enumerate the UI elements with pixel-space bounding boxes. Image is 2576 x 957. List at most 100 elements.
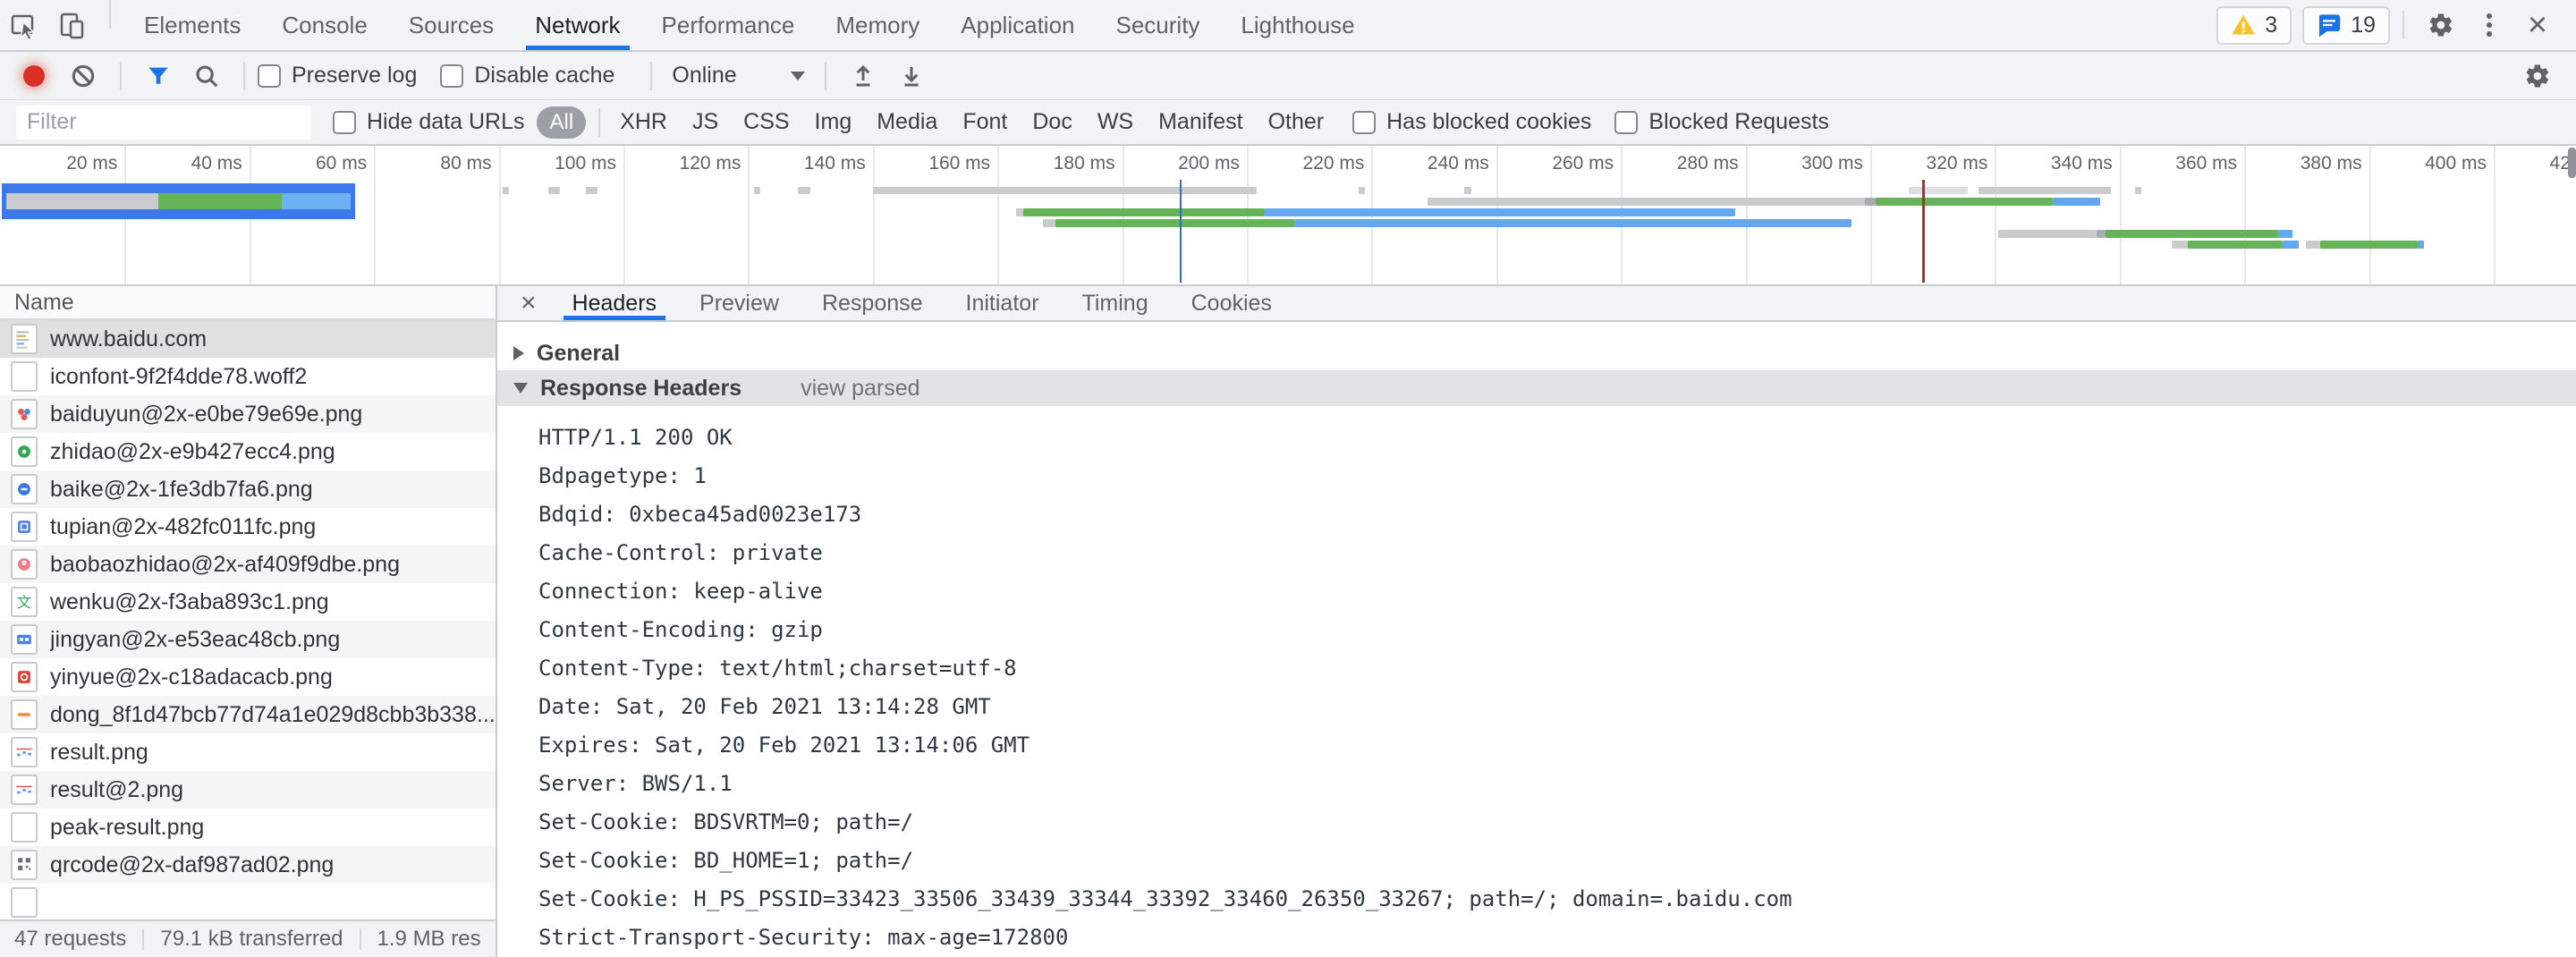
preserve-log-checkbox[interactable] bbox=[258, 64, 281, 88]
name-column-header[interactable]: Name bbox=[0, 286, 496, 320]
timeline-tick-label: 340 ms bbox=[1986, 153, 2113, 176]
waterfall-bar bbox=[1909, 187, 1968, 194]
record-button[interactable] bbox=[23, 65, 45, 87]
divider bbox=[243, 62, 245, 90]
detail-tab-timing[interactable]: Timing bbox=[1079, 286, 1152, 320]
filter-funnel-icon[interactable] bbox=[134, 64, 182, 89]
filter-type-font[interactable]: Font bbox=[962, 109, 1007, 135]
messages-badge[interactable]: 19 bbox=[2302, 6, 2390, 45]
clear-icon[interactable] bbox=[59, 63, 107, 89]
response-header-line: Set-Cookie: BD_HOME=1; path=/ bbox=[538, 842, 2576, 880]
tab-memory[interactable]: Memory bbox=[830, 0, 925, 50]
response-headers-section-header[interactable]: Response Headers view parsed bbox=[497, 370, 2576, 406]
toggle-device-toolbar-icon[interactable] bbox=[48, 0, 97, 50]
disable-cache-checkbox[interactable] bbox=[440, 64, 463, 88]
table-row[interactable]: jingyan@2x-e53eac48cb.png bbox=[0, 621, 496, 658]
waterfall-bar bbox=[1979, 187, 2111, 194]
table-row[interactable]: iconfont-9f2f4dde78.woff2 bbox=[0, 358, 496, 395]
dong-icon bbox=[11, 699, 38, 730]
table-row[interactable]: peak-result.png bbox=[0, 809, 496, 846]
table-row[interactable]: baike@2x-1fe3db7fa6.png bbox=[0, 470, 496, 508]
waterfall-bar bbox=[2053, 198, 2100, 206]
network-settings-gear-icon[interactable] bbox=[2513, 63, 2562, 89]
baiduyun-icon bbox=[11, 399, 38, 429]
filter-type-manifest[interactable]: Manifest bbox=[1158, 109, 1242, 135]
blocked-requests-checkbox[interactable] bbox=[1614, 111, 1638, 134]
filter-type-xhr[interactable]: XHR bbox=[620, 109, 667, 135]
response-header-line: Set-Cookie: H_PS_PSSID=33423_33506_33439… bbox=[538, 880, 2576, 919]
more-options-icon[interactable] bbox=[2465, 12, 2513, 38]
detail-tab-initiator[interactable]: Initiator bbox=[962, 286, 1043, 320]
tab-application[interactable]: Application bbox=[955, 0, 1080, 50]
table-row[interactable]: zhidao@2x-e9b427ecc4.png bbox=[0, 433, 496, 470]
tab-lighthouse[interactable]: Lighthouse bbox=[1235, 0, 1360, 50]
close-details-icon[interactable]: × bbox=[506, 286, 551, 320]
table-row[interactable]: baobaozhidao@2x-af409f9dbe.png bbox=[0, 546, 496, 583]
waterfall-bar bbox=[2320, 241, 2418, 249]
network-overview-timeline[interactable]: 20 ms40 ms60 ms80 ms100 ms120 ms140 ms16… bbox=[0, 146, 2576, 286]
filter-type-media[interactable]: Media bbox=[877, 109, 937, 135]
response-header-line: HTTP/1.1 200 OK bbox=[538, 419, 2576, 457]
settings-gear-icon[interactable] bbox=[2417, 12, 2465, 38]
table-row[interactable]: yinyue@2x-c18adacacb.png bbox=[0, 658, 496, 696]
waterfall-bar bbox=[1464, 187, 1471, 194]
detail-tabs: × Headers Preview Response Initiator Timing C… bbox=[497, 286, 2576, 322]
table-row[interactable]: dong_8f1d47bcb77d74a1e029d8cbb3b338... bbox=[0, 696, 496, 733]
divider bbox=[2402, 11, 2404, 39]
waterfall-bar bbox=[2278, 230, 2292, 238]
filter-type-other[interactable]: Other bbox=[1268, 109, 1325, 135]
tab-security[interactable]: Security bbox=[1111, 0, 1206, 50]
filter-type-ws[interactable]: WS bbox=[1097, 109, 1133, 135]
detail-tab-response[interactable]: Response bbox=[818, 286, 927, 320]
disable-cache-label: Disable cache bbox=[474, 63, 614, 89]
detail-tab-headers[interactable]: Headers bbox=[569, 286, 661, 320]
filter-type-css[interactable]: CSS bbox=[743, 109, 789, 135]
table-row[interactable]: tupian@2x-482fc011fc.png bbox=[0, 508, 496, 546]
waterfall-bar bbox=[873, 187, 1257, 194]
filter-type-js[interactable]: JS bbox=[692, 109, 718, 135]
waterfall-bar bbox=[2106, 230, 2278, 238]
main-tabs: Elements Console Sources Network Performance… bbox=[123, 0, 1376, 50]
export-har-icon[interactable] bbox=[887, 63, 936, 89]
throttling-select[interactable]: Online bbox=[665, 63, 811, 89]
table-row[interactable]: qrcode@2x-daf987ad02.png bbox=[0, 846, 496, 884]
table-row[interactable]: 文wenku@2x-f3aba893c1.png bbox=[0, 583, 496, 621]
timeline-tick-label: 240 ms bbox=[1362, 153, 1489, 176]
tab-console[interactable]: Console bbox=[276, 0, 372, 50]
table-row[interactable]: result@2.png bbox=[0, 771, 496, 809]
detail-tab-cookies[interactable]: Cookies bbox=[1188, 286, 1275, 320]
tab-sources[interactable]: Sources bbox=[403, 0, 499, 50]
filter-type-all[interactable]: All bbox=[537, 106, 586, 139]
network-filter-input[interactable] bbox=[16, 106, 311, 140]
table-row[interactable]: www.baidu.com bbox=[0, 320, 496, 358]
request-name: result.png bbox=[50, 740, 148, 766]
tab-performance[interactable]: Performance bbox=[657, 0, 801, 50]
table-row[interactable]: result.png bbox=[0, 733, 496, 771]
wenku-icon: 文 bbox=[11, 587, 38, 617]
general-section-header[interactable]: General bbox=[497, 336, 2576, 370]
chart-icon bbox=[11, 737, 38, 767]
timeline-tick-label: 60 ms bbox=[240, 153, 367, 176]
tab-elements[interactable]: Elements bbox=[139, 0, 246, 50]
table-row[interactable] bbox=[0, 884, 496, 919]
chart-icon bbox=[11, 775, 38, 805]
filter-type-doc[interactable]: Doc bbox=[1032, 109, 1072, 135]
close-devtools-icon[interactable]: × bbox=[2513, 6, 2562, 45]
timeline-tick-label: 140 ms bbox=[739, 153, 866, 176]
inspect-element-icon[interactable] bbox=[0, 0, 48, 50]
zhidao-icon bbox=[11, 436, 38, 467]
warning-icon bbox=[2231, 13, 2256, 38]
tab-network[interactable]: Network bbox=[530, 0, 625, 50]
timeline-tick-label: 300 ms bbox=[1736, 153, 1863, 176]
timeline-tick-label: 80 ms bbox=[365, 153, 492, 176]
filter-type-img[interactable]: Img bbox=[815, 109, 852, 135]
overview-scrollbar-thumb[interactable] bbox=[2568, 148, 2576, 178]
view-parsed-link[interactable]: view parsed bbox=[801, 376, 919, 402]
import-har-icon[interactable] bbox=[839, 63, 887, 89]
warnings-badge[interactable]: 3 bbox=[2216, 6, 2292, 45]
search-icon[interactable] bbox=[182, 63, 231, 89]
table-row[interactable]: baiduyun@2x-e0be79e69e.png bbox=[0, 395, 496, 433]
detail-tab-preview[interactable]: Preview bbox=[696, 286, 783, 320]
hide-data-urls-checkbox[interactable] bbox=[333, 111, 356, 134]
has-blocked-cookies-checkbox[interactable] bbox=[1352, 111, 1376, 134]
